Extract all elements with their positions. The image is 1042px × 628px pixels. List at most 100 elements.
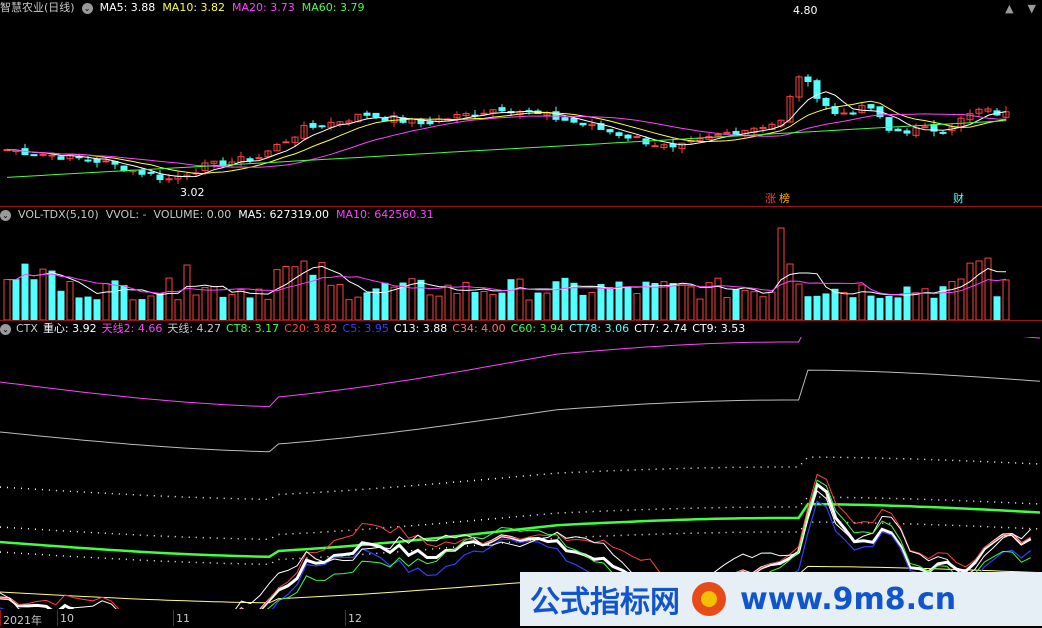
volume-bar bbox=[579, 294, 587, 320]
settings-icon[interactable]: ⌄ bbox=[0, 323, 11, 335]
volume-bar bbox=[174, 299, 182, 320]
ma60-readout: MA60: 3.79 bbox=[301, 1, 365, 14]
vol-pane-header: ⌄ VOL-TDX(5,10) VVOL: - VOLUME: 0.00 MA5… bbox=[0, 207, 434, 223]
low-price-label: 3.02 bbox=[180, 186, 205, 199]
volume-readout: VOLUME: 0.00 bbox=[153, 208, 232, 221]
candle-body bbox=[120, 165, 128, 172]
candle-body bbox=[615, 132, 623, 136]
c60-readout: C60: 3.94 bbox=[510, 322, 565, 335]
volume-bar bbox=[21, 263, 29, 320]
candle-body bbox=[372, 112, 380, 118]
volume-bar bbox=[903, 286, 911, 320]
ct8-readout: CT8: 3.17 bbox=[226, 322, 280, 335]
ma10-readout: MA10: 3.82 bbox=[162, 1, 226, 14]
volume-bar bbox=[993, 296, 1001, 320]
settings-icon[interactable]: ⌄ bbox=[0, 209, 11, 221]
volume-bar bbox=[120, 285, 128, 320]
volume-bar bbox=[570, 282, 578, 320]
pane-controls: ▲ ▼ bbox=[1005, 2, 1036, 15]
volume-bar bbox=[885, 295, 893, 320]
candle-body bbox=[732, 131, 740, 135]
candle-body bbox=[633, 136, 641, 139]
candle-body bbox=[570, 117, 578, 123]
volume-bar bbox=[75, 297, 83, 320]
volume-bar bbox=[534, 292, 542, 320]
volume-bar bbox=[165, 277, 173, 320]
watermark-banner: 公式指标网 www.9m8.cn bbox=[520, 572, 1042, 626]
stock-title[interactable]: 智慧农业(日线) bbox=[0, 0, 75, 16]
volume-bar bbox=[696, 298, 704, 320]
c34-readout: C34: 4.00 bbox=[452, 322, 506, 335]
candle-body bbox=[921, 126, 929, 129]
candle-body bbox=[849, 112, 857, 115]
volume-bar bbox=[975, 260, 983, 320]
volume-bar bbox=[264, 298, 272, 320]
volume-bar bbox=[714, 277, 722, 320]
volume-bar bbox=[318, 262, 326, 320]
volume-bar bbox=[633, 293, 641, 320]
volume-bar bbox=[1002, 279, 1010, 320]
volume-bar bbox=[273, 269, 281, 320]
vvol-readout: VVOL: - bbox=[105, 208, 147, 221]
volume-bar bbox=[390, 286, 398, 320]
volume-bar bbox=[642, 281, 650, 320]
volume-bar bbox=[111, 280, 119, 320]
volume-bar bbox=[948, 281, 956, 320]
ctx-chart[interactable] bbox=[0, 337, 1042, 609]
ma5-line bbox=[6, 91, 1007, 178]
volume-bar bbox=[912, 292, 920, 320]
volume-bar bbox=[93, 299, 101, 320]
candle-body bbox=[147, 171, 155, 174]
vol-indicator-name[interactable]: VOL-TDX(5,10) bbox=[18, 207, 99, 223]
volume-bar bbox=[777, 227, 785, 320]
volume-bar bbox=[147, 295, 155, 320]
volume-bar bbox=[894, 297, 902, 320]
triangle-up-icon[interactable]: ▲ bbox=[1005, 2, 1013, 15]
candle-body bbox=[84, 159, 92, 162]
volume-bar bbox=[291, 266, 299, 320]
candle-body bbox=[48, 154, 56, 157]
candle-body bbox=[606, 129, 614, 133]
ctx-indicator-name[interactable]: CTX bbox=[16, 321, 38, 337]
volume-bar bbox=[543, 292, 551, 320]
volume-bar bbox=[57, 290, 65, 320]
axis-month-12: 12 bbox=[348, 612, 362, 625]
candle-body bbox=[624, 134, 632, 139]
volume-bar bbox=[750, 291, 758, 320]
volume-bar bbox=[606, 287, 614, 320]
volume-bar bbox=[516, 278, 524, 320]
candle-body bbox=[282, 141, 290, 144]
volume-bar bbox=[399, 282, 407, 320]
limit-up-tag[interactable]: 涨 bbox=[765, 192, 776, 206]
triangle-down-icon[interactable]: ▼ bbox=[1028, 2, 1036, 15]
volume-bar bbox=[552, 281, 560, 320]
volume-bar bbox=[525, 299, 533, 320]
volume-bar bbox=[336, 284, 344, 320]
price-chart[interactable] bbox=[0, 16, 1042, 204]
watermark-text: 公式指标网 bbox=[530, 585, 680, 620]
volume-bar bbox=[930, 297, 938, 320]
candle-body bbox=[822, 97, 830, 106]
finance-tag[interactable]: 财 bbox=[953, 192, 964, 206]
volume-bar bbox=[444, 284, 452, 320]
candle-body bbox=[426, 121, 434, 125]
candle-body bbox=[903, 130, 911, 134]
candle-body bbox=[138, 169, 146, 175]
volume-bar bbox=[822, 293, 830, 320]
candle-body bbox=[165, 178, 173, 181]
ma20-line bbox=[6, 113, 1007, 168]
volume-bar bbox=[966, 262, 974, 320]
volume-bar bbox=[102, 283, 110, 320]
volume-bar bbox=[768, 291, 776, 320]
candle-body bbox=[318, 125, 326, 128]
volume-chart[interactable] bbox=[0, 223, 1042, 320]
settings-icon[interactable]: ⌄ bbox=[81, 2, 93, 14]
candle-body bbox=[363, 112, 371, 116]
ct9-readout: CT9: 3.53 bbox=[692, 322, 746, 335]
dragon-tiger-tag[interactable]: 榜 bbox=[779, 192, 790, 206]
volume-bar bbox=[345, 299, 353, 320]
candle-body bbox=[939, 131, 947, 134]
candle-body bbox=[561, 117, 569, 121]
watermark-url: www.9m8.cn bbox=[740, 581, 957, 617]
volume-bar bbox=[12, 279, 20, 320]
